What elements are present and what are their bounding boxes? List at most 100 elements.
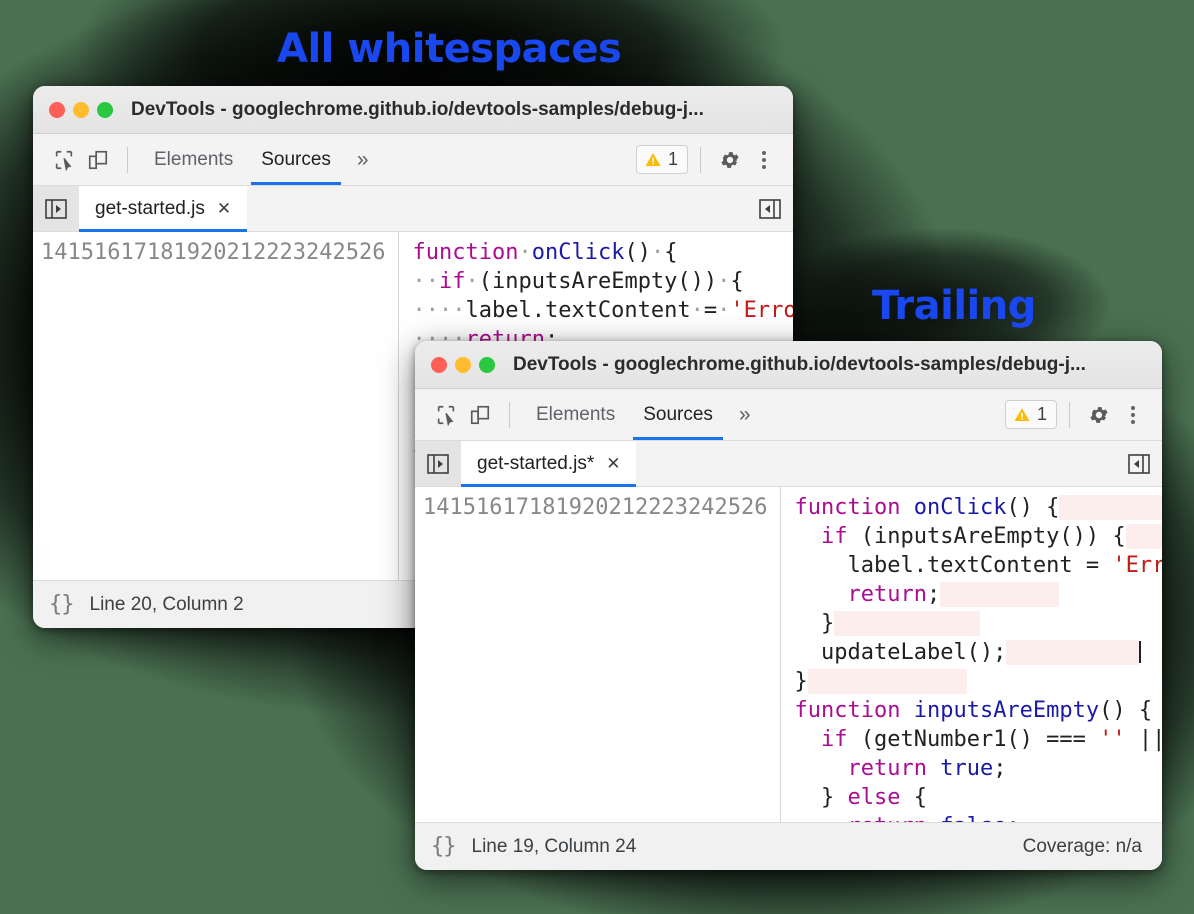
- devtools-main-toolbar[interactable]: Elements Sources » 1: [33, 134, 793, 186]
- file-tabstrip[interactable]: get-started.js* ✕: [415, 441, 1162, 487]
- code-token-plain: [927, 814, 940, 822]
- code-token-plain: () {: [1099, 698, 1152, 723]
- code-editor[interactable]: 14151617181920212223242526 function onCl…: [415, 487, 1162, 822]
- code-token-kw: else: [847, 785, 900, 810]
- code-token-plain: (): [624, 240, 651, 265]
- more-tabs-chevron-icon[interactable]: »: [345, 148, 381, 172]
- cursor-position: Line 19, Column 24: [472, 836, 637, 858]
- code-token-plain: ;: [993, 756, 1006, 781]
- file-tabstrip[interactable]: get-started.js ✕: [33, 186, 793, 232]
- annotation-trailing: Trailing: [872, 283, 1036, 329]
- code-token-fn: onClick: [914, 495, 1007, 520]
- code-token-plain: [795, 524, 822, 549]
- line-number: 26: [741, 495, 768, 520]
- maximize-window-button[interactable]: [97, 102, 113, 118]
- window-titlebar[interactable]: DevTools - googlechrome.github.io/devtoo…: [33, 86, 793, 134]
- code-content[interactable]: function onClick() { if (inputsAreEmpty(…: [781, 487, 1163, 822]
- pretty-print-button[interactable]: {}: [431, 834, 456, 859]
- tab-elements[interactable]: Elements: [140, 134, 247, 185]
- code-line[interactable]: return false;: [795, 812, 1163, 822]
- panel-tabs[interactable]: Elements Sources: [522, 389, 727, 440]
- code-token-plain: {: [664, 240, 677, 265]
- code-line[interactable]: return;: [795, 580, 1163, 609]
- code-token-ws: ·: [466, 269, 479, 294]
- devtools-main-toolbar[interactable]: Elements Sources » 1: [415, 389, 1162, 441]
- devtools-window-trailing[interactable]: DevTools - googlechrome.github.io/devtoo…: [415, 341, 1162, 870]
- close-window-button[interactable]: [431, 357, 447, 373]
- warning-count: 1: [1037, 404, 1047, 425]
- code-line[interactable]: function·onClick()·{: [413, 238, 794, 267]
- annotation-all-whitespaces: All whitespaces: [277, 26, 621, 72]
- toolbar-divider-2: [700, 147, 701, 173]
- line-number: 21: [227, 240, 254, 265]
- file-tab-get-started-js[interactable]: get-started.js* ✕: [461, 441, 636, 486]
- warning-badge[interactable]: 1: [636, 145, 688, 174]
- maximize-window-button[interactable]: [479, 357, 495, 373]
- code-token-plain: [795, 756, 848, 781]
- minimize-window-button[interactable]: [73, 102, 89, 118]
- tab-elements[interactable]: Elements: [522, 389, 629, 440]
- code-line[interactable]: }: [795, 609, 1163, 638]
- more-tabs-chevron-icon[interactable]: »: [727, 403, 763, 427]
- code-line[interactable]: function onClick() {: [795, 493, 1163, 522]
- device-toolbar-icon[interactable]: [463, 398, 497, 432]
- code-line[interactable]: } else {: [795, 783, 1163, 812]
- warning-triangle-icon: [644, 151, 662, 169]
- device-toolbar-icon[interactable]: [81, 143, 115, 177]
- code-line[interactable]: return true;: [795, 754, 1163, 783]
- code-token-str: '': [1099, 727, 1126, 752]
- inspect-element-icon[interactable]: [429, 398, 463, 432]
- line-number: 24: [306, 240, 333, 265]
- code-token-plain: (inputsAreEmpty()) {: [848, 524, 1126, 549]
- warning-triangle-icon: [1013, 406, 1031, 424]
- collapse-sidebar-icon[interactable]: [1116, 441, 1162, 486]
- cursor-position: Line 20, Column 2: [90, 594, 244, 616]
- line-number: 16: [476, 495, 503, 520]
- kebab-menu-icon[interactable]: [747, 143, 781, 177]
- close-icon[interactable]: ✕: [217, 200, 231, 217]
- code-line[interactable]: label.textContent = 'Error: one or both …: [795, 551, 1163, 580]
- code-token-trail: [1126, 524, 1162, 549]
- tab-sources[interactable]: Sources: [247, 134, 345, 185]
- show-navigator-icon[interactable]: [415, 441, 461, 486]
- traffic-lights: [431, 357, 495, 373]
- code-line[interactable]: if (inputsAreEmpty()) {: [795, 522, 1163, 551]
- pretty-print-button[interactable]: {}: [49, 592, 74, 617]
- code-token-plain: [900, 495, 913, 520]
- panel-tabs[interactable]: Elements Sources: [140, 134, 345, 185]
- code-token-plain: label.textContent: [465, 298, 690, 323]
- code-token-kw: if: [821, 727, 848, 752]
- code-token-plain: || getNumber2() ===: [1126, 727, 1162, 752]
- close-icon[interactable]: ✕: [606, 455, 620, 472]
- tab-sources[interactable]: Sources: [629, 389, 727, 440]
- warning-badge[interactable]: 1: [1005, 400, 1057, 429]
- close-window-button[interactable]: [49, 102, 65, 118]
- line-number: 20: [582, 495, 609, 520]
- code-line[interactable]: ····label.textContent·=·'Error:·one·or·b…: [413, 296, 794, 325]
- code-token-trail: [1059, 495, 1162, 520]
- code-token-kw: return: [847, 582, 926, 607]
- minimize-window-button[interactable]: [455, 357, 471, 373]
- code-line[interactable]: updateLabel();: [795, 638, 1163, 667]
- tabstrip-spacer: [636, 441, 1116, 486]
- window-titlebar[interactable]: DevTools - googlechrome.github.io/devtoo…: [415, 341, 1162, 389]
- inspect-element-icon[interactable]: [47, 143, 81, 177]
- file-tab-get-started-js[interactable]: get-started.js ✕: [79, 186, 247, 231]
- editor-statusbar[interactable]: {} Line 19, Column 24 Coverage: n/a: [415, 822, 1162, 870]
- kebab-menu-icon[interactable]: [1116, 398, 1150, 432]
- code-token-ws: ·: [717, 298, 730, 323]
- code-line[interactable]: function inputsAreEmpty() {: [795, 696, 1163, 725]
- line-number: 20: [200, 240, 227, 265]
- gear-icon[interactable]: [1082, 398, 1116, 432]
- code-line[interactable]: if (getNumber1() === '' || getNumber2() …: [795, 725, 1163, 754]
- gear-icon[interactable]: [713, 143, 747, 177]
- code-token-str: 'Error:·one·or·both·inputs: [730, 298, 793, 323]
- code-token-plain: label.textContent =: [795, 553, 1113, 578]
- tabstrip-spacer: [247, 186, 747, 231]
- code-token-plain: ;: [927, 582, 940, 607]
- code-line[interactable]: }: [795, 667, 1163, 696]
- show-navigator-icon[interactable]: [33, 186, 79, 231]
- collapse-sidebar-icon[interactable]: [747, 186, 793, 231]
- code-line[interactable]: ··if·(inputsAreEmpty())·{: [413, 267, 794, 296]
- code-token-plain: }: [795, 669, 808, 694]
